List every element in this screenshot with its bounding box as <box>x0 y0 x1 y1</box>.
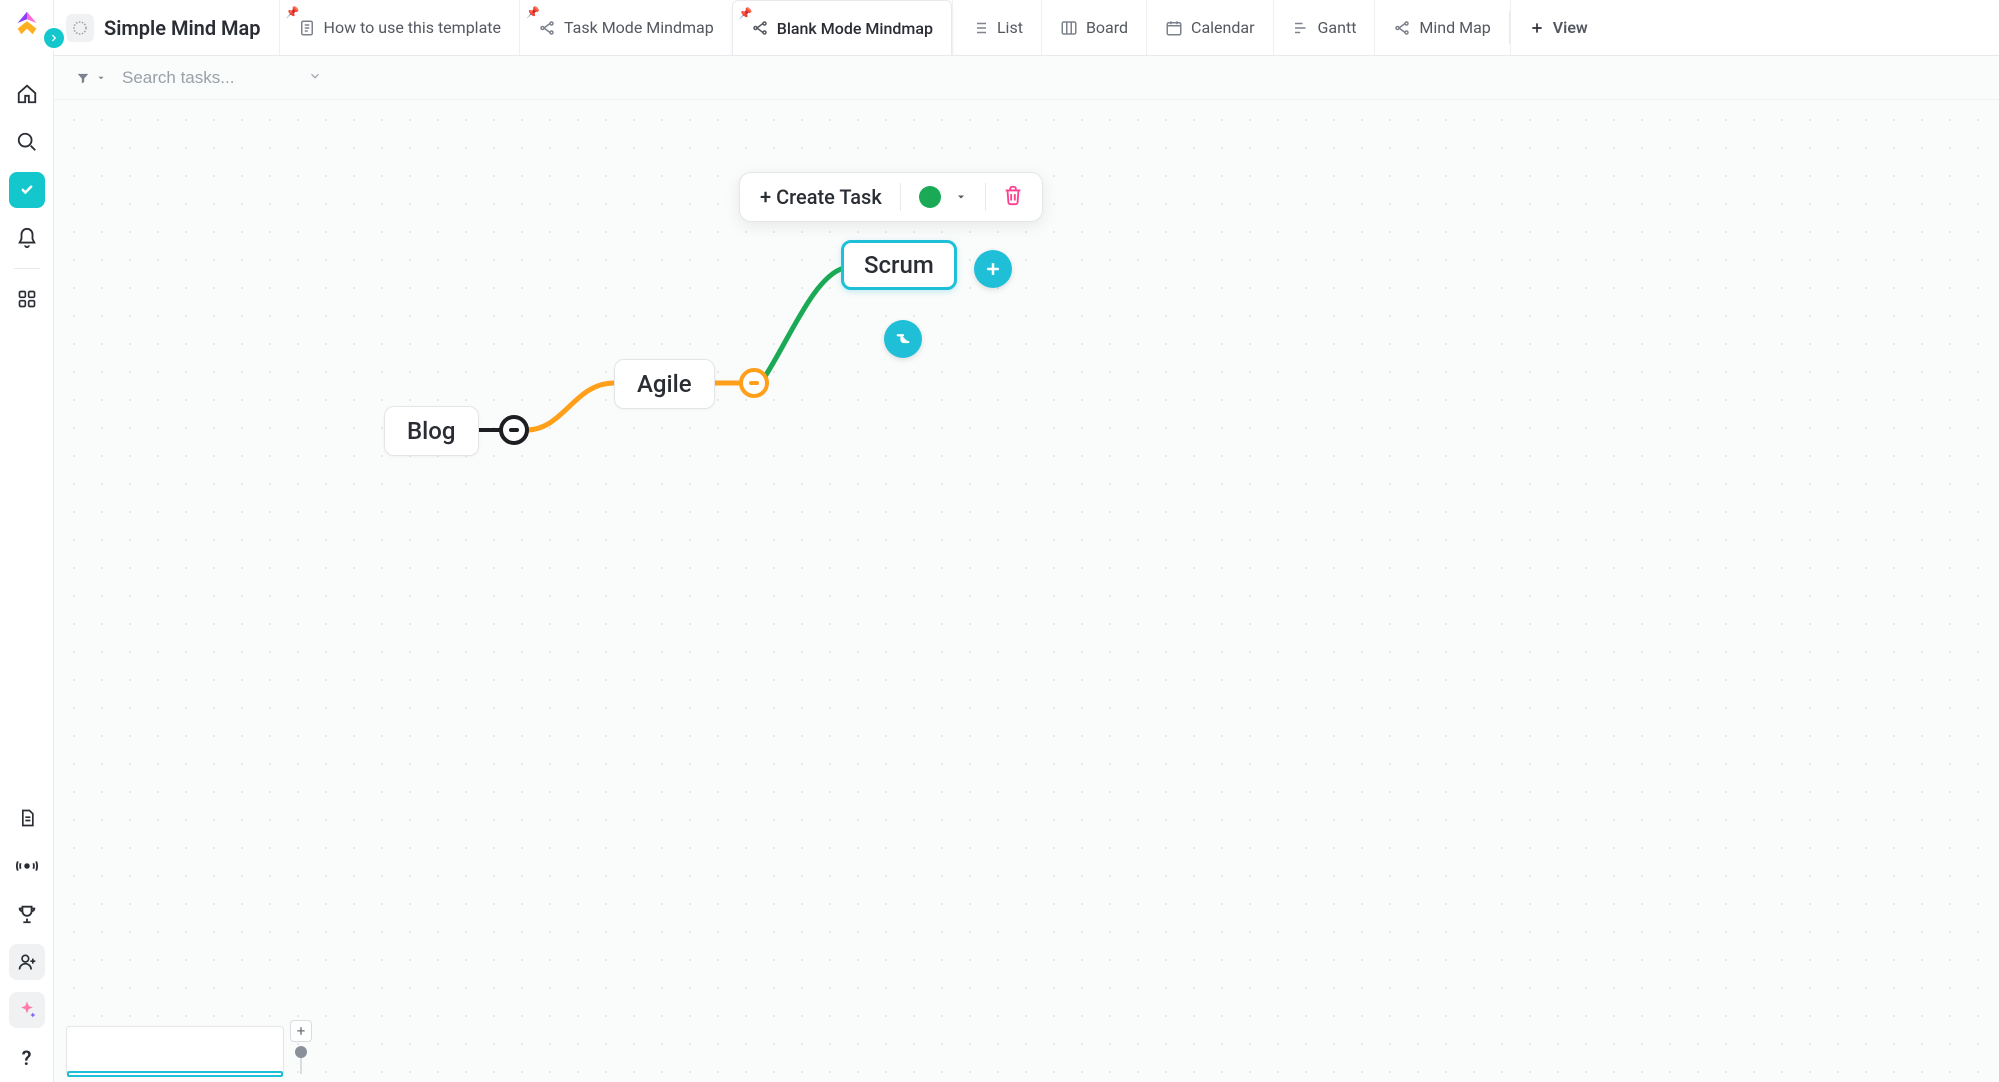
trash-icon <box>1002 184 1024 206</box>
subtask-icon <box>894 330 912 348</box>
tab-label: Calendar <box>1191 18 1254 37</box>
tasks-button[interactable] <box>9 172 45 208</box>
views-tabs: 📌 How to use this template 📌 Task Mode M… <box>279 0 1606 55</box>
tab-label: Board <box>1086 18 1128 37</box>
apps-button[interactable] <box>9 281 45 317</box>
tab-label: Gantt <box>1318 18 1357 37</box>
tab-label: Blank Mode Mindmap <box>777 19 933 38</box>
collapse-toggle-blog[interactable] <box>499 415 529 445</box>
docs-button[interactable] <box>9 800 45 836</box>
tab-label: Mind Map <box>1419 18 1490 37</box>
minus-icon <box>509 428 519 432</box>
doc-icon <box>298 19 316 37</box>
chevron-down-icon <box>308 69 322 83</box>
minimap-viewport[interactable] <box>67 1071 283 1077</box>
collapse-toggle-agile[interactable] <box>739 368 769 398</box>
collapse-toolbar-button[interactable] <box>302 62 328 93</box>
tab-calendar[interactable]: Calendar <box>1146 0 1272 55</box>
page-title[interactable]: Simple Mind Map <box>104 16 261 40</box>
mindmap-canvas[interactable]: + Create Task Blog Agile Scrum + <box>54 100 1999 1082</box>
notifications-button[interactable] <box>9 220 45 256</box>
plus-icon: + <box>297 1022 306 1040</box>
tab-label: Task Mode Mindmap <box>564 18 714 37</box>
node-scrum[interactable]: Scrum <box>841 240 957 290</box>
list-icon-chip[interactable] <box>66 14 94 42</box>
rail-divider <box>14 268 40 269</box>
gantt-icon <box>1292 19 1310 37</box>
pin-icon: 📌 <box>526 6 540 19</box>
filter-button[interactable] <box>70 62 112 93</box>
topbar: Simple Mind Map 📌 How to use this templa… <box>54 0 1999 56</box>
tab-mindmap[interactable]: Mind Map <box>1374 0 1508 55</box>
node-label: Blog <box>407 417 456 445</box>
status-dropdown[interactable] <box>905 173 981 221</box>
tab-howto[interactable]: 📌 How to use this template <box>279 0 519 55</box>
calendar-icon <box>1165 19 1183 37</box>
mindmap-icon <box>538 19 556 37</box>
node-label: Scrum <box>864 251 934 279</box>
create-task-label: + Create Task <box>760 185 882 209</box>
toolbar-divider <box>900 183 901 211</box>
node-label: Agile <box>637 370 692 398</box>
expand-sidebar-button[interactable] <box>44 28 64 48</box>
node-blog[interactable]: Blog <box>384 406 479 456</box>
app-logo[interactable] <box>12 8 42 38</box>
tab-label: List <box>997 18 1023 37</box>
search-input[interactable] <box>122 62 302 93</box>
node-agile[interactable]: Agile <box>614 359 715 409</box>
list-icon <box>971 19 989 37</box>
node-subtask-button[interactable] <box>884 320 922 358</box>
zoom-in-button[interactable]: + <box>290 1020 312 1042</box>
delete-node-button[interactable] <box>990 184 1036 210</box>
pin-icon: 📌 <box>739 7 753 20</box>
minimap[interactable] <box>66 1026 284 1076</box>
tab-board[interactable]: Board <box>1041 0 1146 55</box>
pulse-button[interactable] <box>9 848 45 884</box>
plus-icon <box>1529 20 1545 36</box>
pin-icon: 📌 <box>286 6 300 19</box>
filter-icon <box>76 71 90 85</box>
search-button[interactable] <box>9 124 45 160</box>
toolbar-divider <box>985 183 986 211</box>
add-child-button[interactable] <box>974 250 1012 288</box>
mindmap-icon <box>1393 19 1411 37</box>
add-view-button[interactable]: View <box>1510 0 1606 55</box>
node-toolbar: + Create Task <box>739 172 1043 222</box>
tab-gantt[interactable]: Gantt <box>1273 0 1375 55</box>
board-icon <box>1060 19 1078 37</box>
add-view-label: View <box>1553 18 1588 37</box>
plus-icon <box>983 259 1003 279</box>
chevron-down-icon <box>96 73 106 83</box>
goals-button[interactable] <box>9 896 45 932</box>
tab-task-mode-mindmap[interactable]: 📌 Task Mode Mindmap <box>519 0 732 55</box>
create-task-button[interactable]: + Create Task <box>746 173 896 221</box>
mindmap-icon <box>751 19 769 37</box>
home-button[interactable] <box>9 76 45 112</box>
tab-list[interactable]: List <box>952 0 1041 55</box>
help-button[interactable]: ? <box>9 1040 45 1076</box>
ai-button[interactable] <box>9 992 45 1028</box>
tab-label: How to use this template <box>324 18 501 37</box>
connections-layer <box>54 100 1999 1082</box>
zoom-slider-thumb[interactable] <box>295 1046 307 1058</box>
minus-icon <box>749 381 759 385</box>
status-dot-icon <box>919 186 941 208</box>
filter-bar <box>54 56 1999 100</box>
chevron-down-icon <box>955 191 967 203</box>
invite-button[interactable] <box>9 944 45 980</box>
left-rail: ? <box>0 0 54 1082</box>
tab-blank-mode-mindmap[interactable]: 📌 Blank Mode Mindmap <box>732 0 952 55</box>
